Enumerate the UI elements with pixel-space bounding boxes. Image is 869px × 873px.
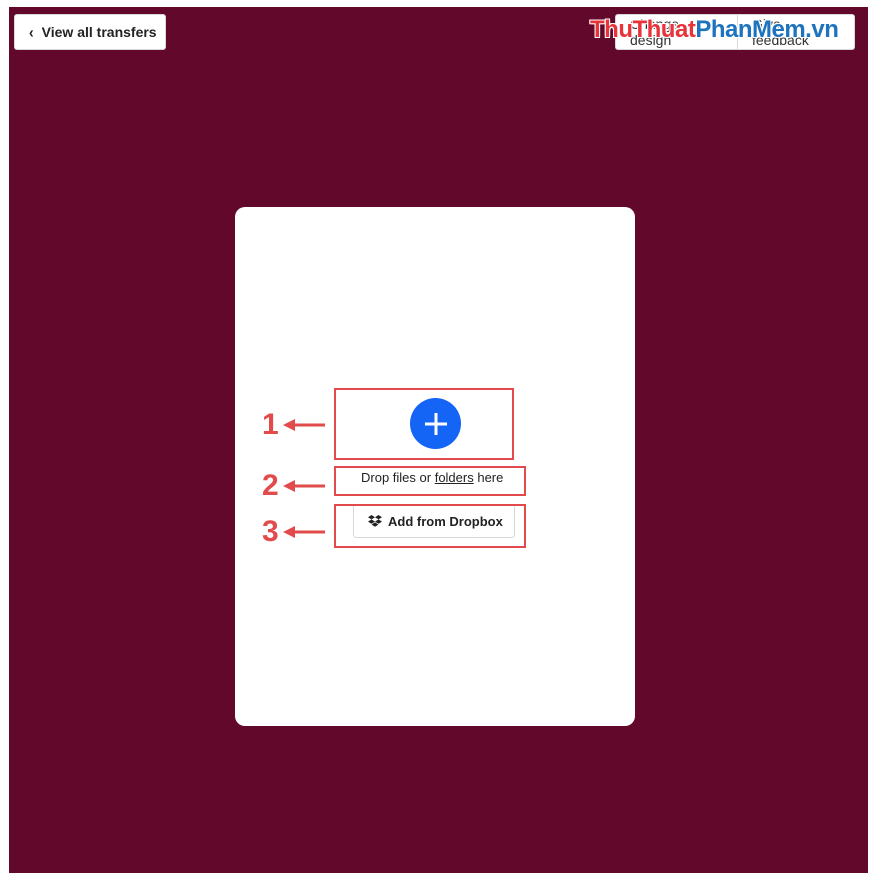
arrow-left-icon <box>282 526 325 538</box>
give-feedback-label: Give feedback <box>752 16 809 48</box>
change-design-button[interactable]: Change design <box>615 14 738 50</box>
arrow-left-icon <box>282 480 325 492</box>
change-design-label: Change design <box>630 16 680 48</box>
highlight-box-1 <box>334 388 514 460</box>
callout-3: 3 <box>262 515 325 549</box>
top-right-actions: Change design Give feedback <box>615 14 855 50</box>
callout-number: 1 <box>262 408 279 441</box>
callout-2: 2 <box>262 469 325 503</box>
callout-number: 3 <box>262 515 279 548</box>
callout-1: 1 <box>262 408 325 442</box>
highlight-box-2 <box>334 466 526 496</box>
callout-number: 2 <box>262 469 279 502</box>
view-all-transfers-button[interactable]: ‹ View all transfers <box>14 14 166 50</box>
chevron-left-icon: ‹ <box>29 23 34 41</box>
give-feedback-button[interactable]: Give feedback <box>738 14 855 50</box>
highlight-box-3 <box>334 504 526 548</box>
arrow-left-icon <box>282 419 325 431</box>
view-all-transfers-label: View all transfers <box>41 24 157 40</box>
